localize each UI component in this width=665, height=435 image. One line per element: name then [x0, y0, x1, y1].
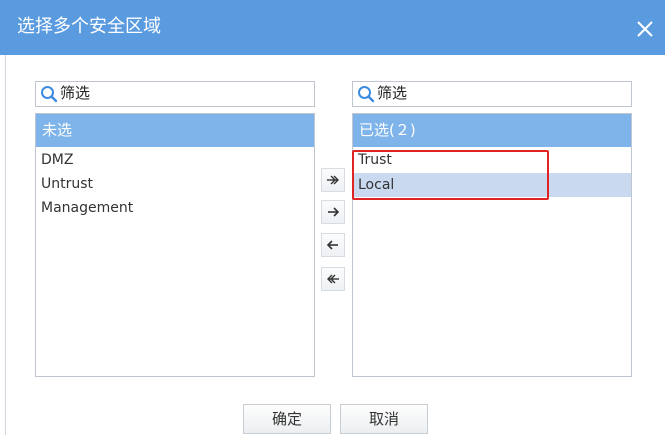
list-item-management[interactable]: Management — [36, 196, 314, 220]
left-filter-input[interactable] — [60, 83, 310, 103]
dialog-titlebar: 选择多个安全区域 — [0, 0, 665, 55]
add-all-button[interactable] — [321, 168, 345, 192]
right-filter-input[interactable] — [377, 83, 627, 103]
dialog-title: 选择多个安全区域 — [17, 16, 161, 37]
double-arrow-right-icon — [327, 175, 339, 185]
right-filter-box — [352, 81, 632, 107]
unselected-list-panel: 未选 DMZ Untrust Management — [35, 113, 315, 377]
selected-list-panel: 已选(２) Trust Local — [352, 113, 632, 377]
arrow-right-icon — [328, 207, 340, 217]
remove-all-button[interactable] — [321, 267, 345, 291]
close-icon — [637, 21, 653, 37]
search-icon — [358, 86, 375, 103]
list-item-untrust[interactable]: Untrust — [36, 172, 314, 196]
arrow-left-icon — [326, 240, 338, 250]
close-button[interactable] — [632, 16, 658, 42]
select-security-zones-dialog: 选择多个安全区域 未选 DMZ Untrust Management — [0, 0, 665, 435]
selected-list-header: 已选(２) — [353, 114, 631, 147]
add-button[interactable] — [321, 200, 345, 224]
cancel-button[interactable]: 取消 — [340, 404, 428, 434]
unselected-list-header: 未选 — [36, 114, 314, 147]
left-filter-box — [35, 81, 315, 107]
dialog-left-border — [5, 55, 6, 435]
list-item-local[interactable]: Local — [353, 173, 631, 197]
list-item-dmz[interactable]: DMZ — [36, 148, 314, 172]
ok-button[interactable]: 确定 — [243, 404, 331, 434]
search-icon — [41, 86, 58, 103]
remove-button[interactable] — [321, 233, 345, 257]
list-item-trust[interactable]: Trust — [353, 148, 631, 172]
double-arrow-left-icon — [327, 274, 339, 284]
